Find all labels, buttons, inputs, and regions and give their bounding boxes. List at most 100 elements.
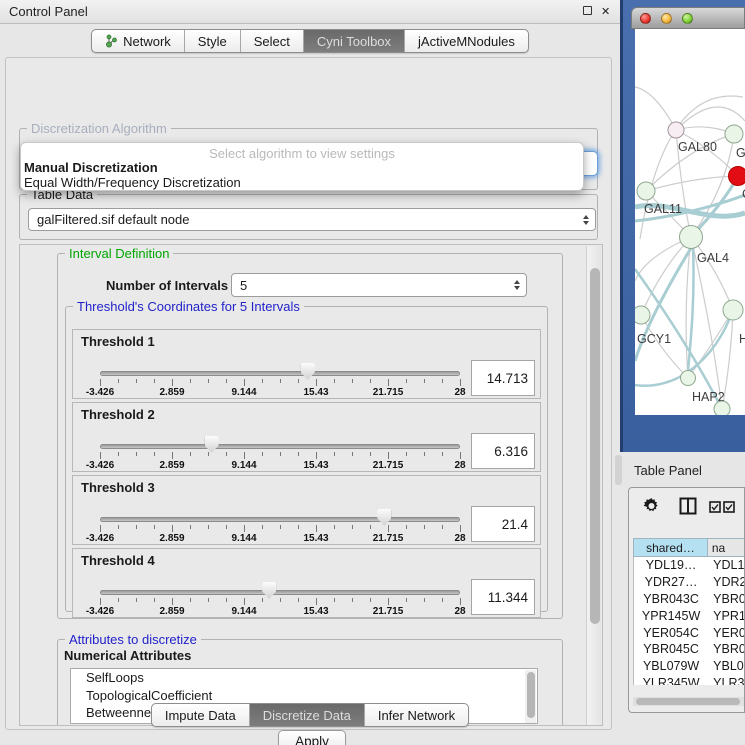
table-header-row: shared… na (633, 538, 745, 557)
table-row[interactable]: YBR043CYBR0 (634, 591, 745, 608)
close-icon[interactable]: ✕ (601, 5, 610, 18)
scale-label: -3.426 (86, 606, 114, 617)
checkbox-icon[interactable] (723, 501, 735, 513)
table-row[interactable]: YBL079WYBL0 (634, 658, 745, 675)
network-window-titlebar[interactable] (631, 7, 745, 29)
scale-label: 9.144 (231, 533, 256, 544)
tab-select[interactable]: Select (241, 30, 304, 52)
threshold-value-field[interactable]: 6.316 (471, 433, 535, 469)
algorithm-placeholder: Select algorithm to view settings (21, 146, 583, 161)
threshold-slider-thumb[interactable] (377, 509, 391, 526)
network-canvas[interactable]: GAL80GACGAL11GAL4GCY1HHAP2 (635, 29, 745, 415)
table-row[interactable]: YER054CYER0 (634, 624, 745, 641)
threshold-slider-thumb[interactable] (301, 363, 315, 380)
top-tab-bar: NetworkStyleSelectCyni ToolboxjActiveMNo… (0, 29, 620, 54)
vertical-scrollbar[interactable] (586, 246, 601, 726)
float-window-icon[interactable] (583, 6, 592, 15)
column-header-name[interactable]: na (708, 538, 745, 557)
scale-label: 15.43 (303, 387, 328, 398)
network-node[interactable] (668, 122, 684, 138)
attribute-item[interactable]: TopologicalCoefficient (71, 687, 537, 705)
tab-style[interactable]: Style (185, 30, 241, 52)
attribute-item[interactable]: SelfLoops (71, 669, 537, 687)
network-node[interactable] (637, 182, 655, 200)
threshold-label: Threshold 3 (81, 480, 155, 495)
slider-ticks (100, 379, 460, 387)
cell-name: YBL0 (708, 659, 745, 673)
tab-label: Discretize Data (263, 708, 351, 723)
settings-scroll-panel: Interval Definition Number of Intervals … (19, 244, 603, 726)
table-data-combo[interactable]: galFiltered.sif default node (28, 208, 596, 231)
threshold-value-field[interactable]: 21.4 (471, 506, 535, 542)
network-node[interactable] (729, 167, 745, 186)
splitter-handle[interactable] (615, 455, 622, 485)
scale-label: -3.426 (86, 387, 114, 398)
threshold-label: Threshold 1 (81, 334, 155, 349)
table-row[interactable]: YDR27…YDR2 (634, 574, 745, 591)
scale-label: 2.859 (159, 460, 184, 471)
scale-label: 2.859 (159, 387, 184, 398)
slider-scale-labels: -3.4262.8599.14415.4321.71528 (100, 533, 460, 545)
attributes-title: Attributes to discretize (65, 632, 201, 647)
network-node[interactable] (723, 300, 743, 320)
minimize-traffic-light-icon[interactable] (661, 13, 672, 24)
table-row[interactable]: YPR145WYPR1 (634, 607, 745, 624)
network-node[interactable] (681, 371, 696, 386)
table-row[interactable]: YBR045CYBR0 (634, 641, 745, 658)
threshold-slider-thumb[interactable] (262, 582, 276, 599)
network-node[interactable] (680, 226, 703, 249)
checkbox-icon[interactable] (709, 501, 721, 513)
gear-icon[interactable] (643, 498, 660, 515)
table-row[interactable]: YDL19…YDL1 (634, 557, 745, 574)
cell-name: YBR0 (708, 642, 745, 656)
slider-ticks (100, 525, 460, 533)
threshold-slider-track[interactable] (100, 517, 460, 522)
slider-ticks (100, 452, 460, 460)
horizontal-scrollbar[interactable] (633, 697, 745, 706)
cell-shared-name: YBL079W (634, 659, 708, 673)
table-panel-window: shared… na YDL19…YDL1YDR27…YDR2YBR043CYB… (628, 487, 745, 713)
network-node-label: GAL4 (697, 251, 729, 265)
table-body: YDL19…YDL1YDR27…YDR2YBR043CYBR0YPR145WYP… (633, 557, 745, 685)
scale-label: 2.859 (159, 533, 184, 544)
control-panel-titlebar: Control Panel ✕ (0, 0, 620, 24)
threshold-slider-track[interactable] (100, 371, 460, 376)
network-node[interactable] (635, 306, 650, 324)
threshold-slider-thumb[interactable] (205, 436, 219, 453)
network-node[interactable] (714, 401, 730, 415)
horizontal-scrollbar-thumb[interactable] (636, 698, 740, 705)
tab-infer-network[interactable]: Infer Network (365, 704, 468, 726)
tab-impute-data[interactable]: Impute Data (152, 704, 250, 726)
network-node[interactable] (725, 125, 743, 143)
tab-jactivemnodules[interactable]: jActiveMNodules (405, 30, 528, 52)
network-edge (641, 237, 691, 315)
zoom-traffic-light-icon[interactable] (682, 13, 693, 24)
table-row[interactable]: YLR345WYLR3 (634, 675, 745, 685)
threshold-slider-track[interactable] (100, 444, 460, 449)
scale-label: 9.144 (231, 606, 256, 617)
scale-label: 28 (454, 387, 465, 398)
stepper-icon (583, 209, 589, 230)
close-traffic-light-icon[interactable] (640, 13, 651, 24)
threshold-slider-track[interactable] (100, 590, 460, 595)
table-panel-title: Table Panel (634, 463, 702, 478)
network-node-label: H (739, 332, 745, 346)
vertical-scrollbar-thumb[interactable] (590, 268, 600, 624)
network-node-label: GAL11 (644, 202, 682, 216)
threshold-card-1: Threshold 1-3.4262.8599.14415.4321.71528… (72, 329, 541, 399)
threshold-value-field[interactable]: 11.344 (471, 579, 535, 615)
tab-network[interactable]: Network (92, 30, 185, 52)
popup-item-equal-width-frequency[interactable]: Equal Width/Frequency Discretization (24, 175, 241, 190)
split-columns-icon[interactable] (679, 497, 697, 515)
network-node-label: GAL80 (678, 140, 717, 154)
popup-item-manual-discretization[interactable]: Manual Discretization (24, 160, 158, 175)
column-header-shared[interactable]: shared… (633, 538, 708, 557)
tab-cyni-toolbox[interactable]: Cyni Toolbox (304, 30, 405, 52)
numerical-attributes-label: Numerical Attributes (64, 648, 191, 663)
network-edge (635, 87, 676, 130)
threshold-value-field[interactable]: 14.713 (471, 360, 535, 396)
number-of-intervals-combo[interactable]: 5 (231, 273, 527, 297)
cell-name: YLR3 (708, 676, 745, 685)
tab-discretize-data[interactable]: Discretize Data (250, 704, 365, 726)
apply-button[interactable]: Apply (278, 730, 346, 745)
